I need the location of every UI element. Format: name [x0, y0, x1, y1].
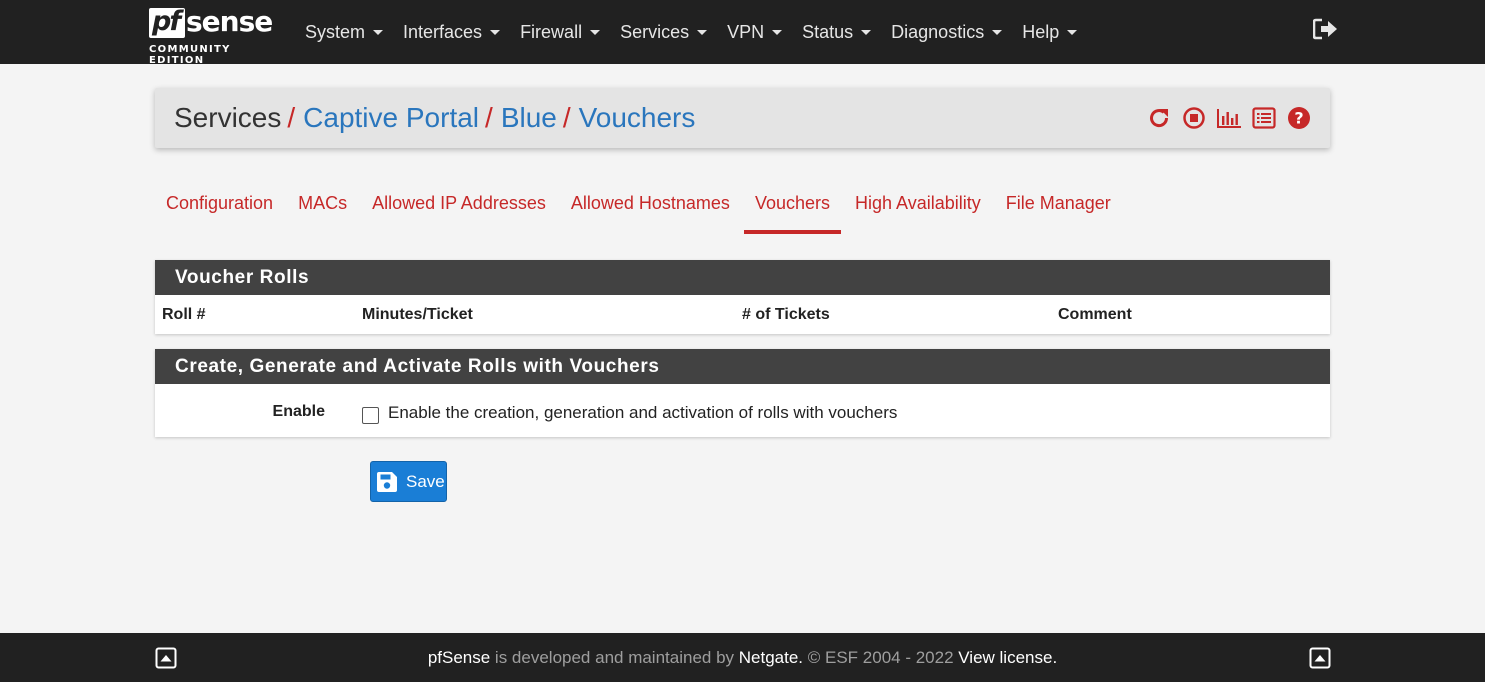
breadcrumb-vouchers[interactable]: Vouchers	[579, 102, 696, 133]
panel-title: Voucher Rolls	[155, 260, 1330, 295]
main-menu: System Interfaces Firewall Services VPN …	[295, 0, 1087, 64]
breadcrumb-blue[interactable]: Blue	[501, 102, 557, 133]
tab-label: MACs	[298, 193, 348, 213]
tab-macs[interactable]: MACs	[287, 180, 358, 234]
svg-text:?: ?	[1294, 109, 1303, 128]
portal-tabs: Configuration MACs Allowed IP Addresses …	[155, 180, 1125, 234]
sign-out-icon[interactable]	[1312, 18, 1339, 40]
logo-edition-text: COMMUNITY EDITION	[149, 44, 231, 66]
create-rolls-panel: Create, Generate and Activate Rolls with…	[155, 349, 1330, 437]
tab-label: High Availability	[855, 193, 981, 213]
caret-down-icon	[992, 29, 1003, 35]
footer-text-1: is developed and maintained by	[490, 648, 739, 667]
scroll-top-icon[interactable]	[1309, 647, 1331, 669]
save-icon	[376, 471, 398, 493]
help-icon[interactable]: ?	[1285, 105, 1312, 131]
pfsense-logo[interactable]: pf sense COMMUNITY EDITION	[148, 5, 284, 66]
column-header-comment: Comment	[1058, 306, 1132, 323]
menu-label: Firewall	[520, 21, 583, 42]
menu-help[interactable]: Help	[1012, 0, 1087, 64]
breadcrumb-separator: /	[287, 102, 296, 133]
menu-label: Services	[620, 21, 690, 42]
enable-description[interactable]: Enable the creation, generation and acti…	[388, 403, 897, 423]
menu-interfaces[interactable]: Interfaces	[393, 0, 510, 64]
tab-allowed-ip-addresses[interactable]: Allowed IP Addresses	[361, 180, 557, 234]
caret-down-icon	[861, 29, 872, 35]
tab-label: Allowed IP Addresses	[372, 193, 546, 213]
column-header-roll: Roll #	[162, 306, 206, 323]
column-header-tickets: # of Tickets	[742, 306, 830, 323]
panel-title: Create, Generate and Activate Rolls with…	[155, 349, 1330, 384]
logo-pf-text: pf	[152, 6, 181, 37]
enable-row: Enable Enable the creation, generation a…	[155, 384, 1330, 437]
save-button[interactable]: Save	[370, 461, 447, 502]
save-label: Save	[406, 471, 445, 491]
tab-high-availability[interactable]: High Availability	[844, 180, 992, 234]
enable-checkbox[interactable]	[362, 407, 379, 424]
breadcrumb: Services / Captive Portal / Blue / Vouchers	[174, 101, 695, 135]
caret-down-icon	[490, 29, 501, 35]
footer-license-link[interactable]: View license.	[958, 648, 1057, 667]
menu-firewall[interactable]: Firewall	[510, 0, 610, 64]
footer-product: pfSense	[427, 648, 491, 667]
menu-diagnostics[interactable]: Diagnostics	[881, 0, 1012, 64]
breadcrumb-captive-portal[interactable]: Captive Portal	[303, 102, 479, 133]
menu-label: VPN	[727, 21, 765, 42]
caret-down-icon	[373, 29, 384, 35]
tab-label: Allowed Hostnames	[570, 193, 730, 213]
menu-system[interactable]: System	[295, 0, 393, 64]
tab-allowed-hostnames[interactable]: Allowed Hostnames	[560, 180, 741, 234]
footer-text-2: © ESF 2004 - 2022	[803, 648, 959, 667]
footer: pfSense is developed and maintained by N…	[0, 633, 1485, 682]
column-header-minutes: Minutes/Ticket	[362, 306, 473, 323]
stop-icon[interactable]	[1180, 105, 1207, 131]
menu-services[interactable]: Services	[610, 0, 717, 64]
caret-down-icon	[697, 29, 708, 35]
tab-label: Configuration	[166, 193, 274, 213]
menu-label: Diagnostics	[891, 21, 985, 42]
list-icon[interactable]	[1250, 105, 1277, 131]
caret-down-icon	[1067, 29, 1078, 35]
tab-vouchers[interactable]: Vouchers	[743, 180, 842, 234]
tab-configuration[interactable]: Configuration	[155, 180, 284, 234]
menu-vpn[interactable]: VPN	[717, 0, 792, 64]
voucher-rolls-panel: Voucher Rolls Roll # Minutes/Ticket # of…	[155, 260, 1330, 334]
refresh-icon[interactable]	[1145, 105, 1172, 131]
footer-text: pfSense is developed and maintained by N…	[0, 648, 1485, 668]
footer-company-link[interactable]: Netgate.	[739, 648, 803, 667]
menu-label: System	[305, 21, 366, 42]
voucher-rolls-table-header: Roll # Minutes/Ticket # of Tickets Comme…	[155, 295, 1330, 334]
chart-icon[interactable]	[1215, 105, 1242, 131]
menu-label: Interfaces	[403, 21, 483, 42]
menu-label: Status	[802, 21, 854, 42]
logo-sense-text: sense	[186, 5, 273, 38]
breadcrumb-separator: /	[562, 102, 571, 133]
tab-file-manager[interactable]: File Manager	[995, 180, 1122, 234]
caret-down-icon	[590, 29, 601, 35]
tab-label: File Manager	[1005, 193, 1111, 213]
tab-label: Vouchers	[754, 193, 830, 213]
caret-down-icon	[772, 29, 783, 35]
breadcrumb-actions: ?	[1145, 105, 1312, 131]
breadcrumb-services: Services	[174, 102, 282, 133]
breadcrumb-separator: /	[485, 102, 493, 133]
enable-label: Enable	[272, 403, 325, 420]
breadcrumb-bar: Services / Captive Portal / Blue / Vouchers	[155, 88, 1330, 148]
top-navbar: pf sense COMMUNITY EDITION System Interf…	[0, 0, 1485, 66]
menu-label: Help	[1022, 21, 1060, 42]
menu-status[interactable]: Status	[792, 0, 881, 64]
